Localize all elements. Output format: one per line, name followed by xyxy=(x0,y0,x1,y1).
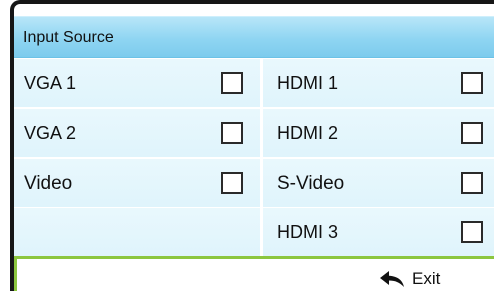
empty-option-cell xyxy=(14,208,260,256)
source-label: HDMI 1 xyxy=(277,73,339,93)
source-label: HDMI 3 xyxy=(277,222,339,242)
source-option-video[interactable]: Video xyxy=(14,159,260,207)
source-option-vga-1[interactable]: VGA 1 xyxy=(14,59,260,107)
source-label: VGA 1 xyxy=(24,73,77,93)
source-options-grid: VGA 1 HDMI 1 VGA 2 HDMI 2 Video S-Video xyxy=(14,58,494,256)
source-option-s-video[interactable]: S-Video xyxy=(263,159,494,207)
source-checkbox[interactable] xyxy=(461,122,483,144)
source-checkbox[interactable] xyxy=(221,172,243,194)
menu-title-bar: Input Source xyxy=(14,16,494,58)
source-option-vga-2[interactable]: VGA 2 xyxy=(14,109,260,157)
source-label: VGA 2 xyxy=(24,123,77,143)
menu-footer: Exit xyxy=(14,256,494,291)
source-checkbox[interactable] xyxy=(221,72,243,94)
source-option-hdmi-2[interactable]: HDMI 2 xyxy=(263,109,494,157)
source-checkbox[interactable] xyxy=(461,221,483,243)
source-checkbox[interactable] xyxy=(461,72,483,94)
input-source-menu: Input Source VGA 1 HDMI 1 VGA 2 HDMI 2 V… xyxy=(10,0,494,291)
source-label: HDMI 2 xyxy=(277,123,339,143)
source-label: S-Video xyxy=(277,173,345,194)
menu-title: Input Source xyxy=(23,29,114,46)
exit-label: Exit xyxy=(412,269,441,288)
source-option-hdmi-1[interactable]: HDMI 1 xyxy=(263,59,494,107)
return-arrow-icon xyxy=(380,271,404,287)
source-checkbox[interactable] xyxy=(461,172,483,194)
osd-screen: Input Source VGA 1 HDMI 1 VGA 2 HDMI 2 V… xyxy=(0,0,494,291)
source-label: Video xyxy=(24,173,73,194)
source-option-hdmi-3[interactable]: HDMI 3 xyxy=(263,208,494,256)
source-checkbox[interactable] xyxy=(221,122,243,144)
